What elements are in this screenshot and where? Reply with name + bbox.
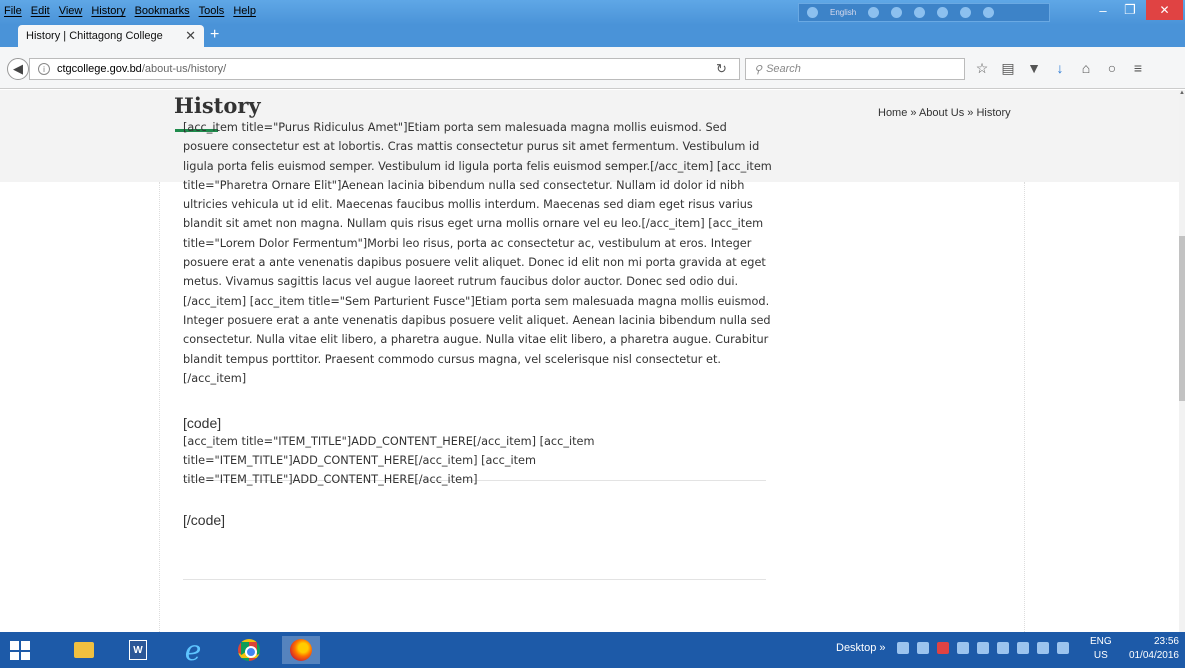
back-button[interactable]: ◀ (7, 58, 29, 80)
scroll-up-icon[interactable]: ▲ (1179, 90, 1185, 96)
flag-icon[interactable] (997, 642, 1009, 654)
star-icon[interactable]: ☆ (975, 60, 989, 77)
new-tab-button[interactable]: + (210, 26, 219, 44)
keyboard-icon[interactable] (977, 642, 989, 654)
desktop-toolbar[interactable]: Desktop » (836, 642, 886, 654)
input-language[interactable]: ENG US (1090, 635, 1112, 663)
url-host[interactable]: ctgcollege.gov.bd (57, 63, 142, 75)
code-sample: [acc_item title="ITEM_TITLE"]ADD_CONTENT… (183, 435, 595, 486)
menu-edit[interactable]: Edit (31, 5, 50, 17)
language-toolbar[interactable]: English (798, 3, 1050, 22)
close-button[interactable]: ✕ (1146, 0, 1183, 20)
tab-strip: History | Chittagong College ✕ + (0, 25, 1185, 47)
back-arrow-icon: ◀ (13, 61, 23, 76)
tab-title: History | Chittagong College (26, 30, 163, 42)
home-icon[interactable]: ⌂ (1079, 60, 1093, 77)
toolbar-icon[interactable] (868, 7, 880, 18)
ie-icon[interactable] (937, 7, 949, 18)
scroll-thumb[interactable] (1179, 236, 1185, 401)
pocket-icon[interactable]: ▼ (1027, 60, 1041, 77)
file-explorer-button[interactable] (66, 636, 102, 664)
language-label[interactable]: English (830, 8, 856, 17)
search-icon: ⚲ (754, 63, 763, 76)
info-icon[interactable]: i (38, 63, 50, 75)
clock[interactable]: 23:56 01/04/2016 (1125, 635, 1179, 663)
info-icon[interactable] (897, 642, 909, 654)
code-open-tag: [code] (183, 415, 222, 431)
vertical-scrollbar[interactable]: ▲ (1179, 90, 1185, 632)
help-icon[interactable] (960, 7, 972, 18)
word-icon: W (129, 640, 147, 660)
display-icon[interactable] (957, 642, 969, 654)
url-path[interactable]: /about-us/history/ (142, 63, 226, 75)
search-input[interactable]: ⚲ Search (745, 58, 965, 80)
gear-icon[interactable] (914, 7, 926, 18)
menu-bar: File Edit View History Bookmarks Tools H… (4, 5, 256, 17)
clock-date: 01/04/2016 (1128, 650, 1179, 661)
tray-app-icon[interactable] (917, 642, 929, 654)
desktop-label: Desktop (836, 642, 877, 654)
toolbar-icon[interactable] (891, 7, 903, 18)
tab-history[interactable]: History | Chittagong College ✕ (18, 25, 204, 47)
volume-icon[interactable] (1037, 642, 1049, 654)
chrome-button[interactable] (231, 636, 267, 664)
windows-logo-icon (10, 651, 19, 660)
code-close-tag: [/code] (183, 512, 226, 528)
system-tray (897, 642, 1069, 654)
toolbar-icons: ☆ ▤ ▼ ↓ ⌂ ○ ≡ (975, 60, 1145, 77)
breadcrumb[interactable]: Home » About Us » History (878, 107, 1011, 119)
url-bar[interactable]: i ctgcollege.gov.bd /about-us/history/ (29, 58, 740, 80)
tray-app-icon[interactable] (937, 642, 949, 654)
minimize-button[interactable]: – (1091, 0, 1115, 20)
folder-icon (74, 642, 94, 658)
menu-history[interactable]: History (91, 5, 125, 17)
windows-logo-icon (21, 651, 30, 660)
info-icon[interactable] (983, 7, 995, 18)
navigation-bar: ◀ i ctgcollege.gov.bd /about-us/history/… (0, 47, 1185, 89)
search-icon[interactable] (807, 7, 818, 18)
word-button[interactable]: W (120, 636, 156, 664)
windows-logo-icon (21, 641, 30, 650)
ie-icon: e (184, 633, 202, 667)
power-icon[interactable] (1057, 642, 1069, 654)
tab-close-icon[interactable]: ✕ (185, 28, 196, 44)
internet-explorer-button[interactable]: e (175, 633, 211, 667)
page-title: History (174, 93, 261, 118)
window-titlebar: File Edit View History Bookmarks Tools H… (0, 0, 1185, 25)
reading-list-icon[interactable]: ▤ (1001, 60, 1015, 77)
language-code: ENG (1090, 636, 1112, 647)
reload-icon[interactable]: ↻ (716, 61, 727, 77)
region-code: US (1093, 650, 1108, 661)
chat-icon[interactable]: ○ (1105, 60, 1119, 77)
taskbar: W e Desktop » ENG US 23:56 01/04/2016 (0, 632, 1185, 668)
chevron-icon[interactable]: » (879, 642, 885, 654)
menu-icon[interactable]: ≡ (1131, 60, 1145, 77)
menu-view[interactable]: View (59, 5, 83, 17)
search-placeholder: Search (766, 63, 801, 75)
clock-time: 23:56 (1153, 636, 1179, 647)
maximize-button[interactable]: ❐ (1118, 0, 1142, 20)
body-paragraph: [acc_item title="Purus Ridiculus Amet"]E… (183, 121, 772, 385)
chrome-icon (238, 639, 260, 661)
start-button[interactable] (10, 641, 30, 660)
divider (183, 579, 766, 580)
firefox-icon (290, 639, 312, 661)
windows-logo-icon (10, 641, 19, 650)
download-icon[interactable]: ↓ (1053, 60, 1067, 77)
menu-file[interactable]: File (4, 5, 22, 17)
menu-tools[interactable]: Tools (199, 5, 225, 17)
network-icon[interactable] (1017, 642, 1029, 654)
menu-help[interactable]: Help (233, 5, 256, 17)
menu-bookmarks[interactable]: Bookmarks (135, 5, 190, 17)
firefox-button[interactable] (282, 636, 320, 664)
